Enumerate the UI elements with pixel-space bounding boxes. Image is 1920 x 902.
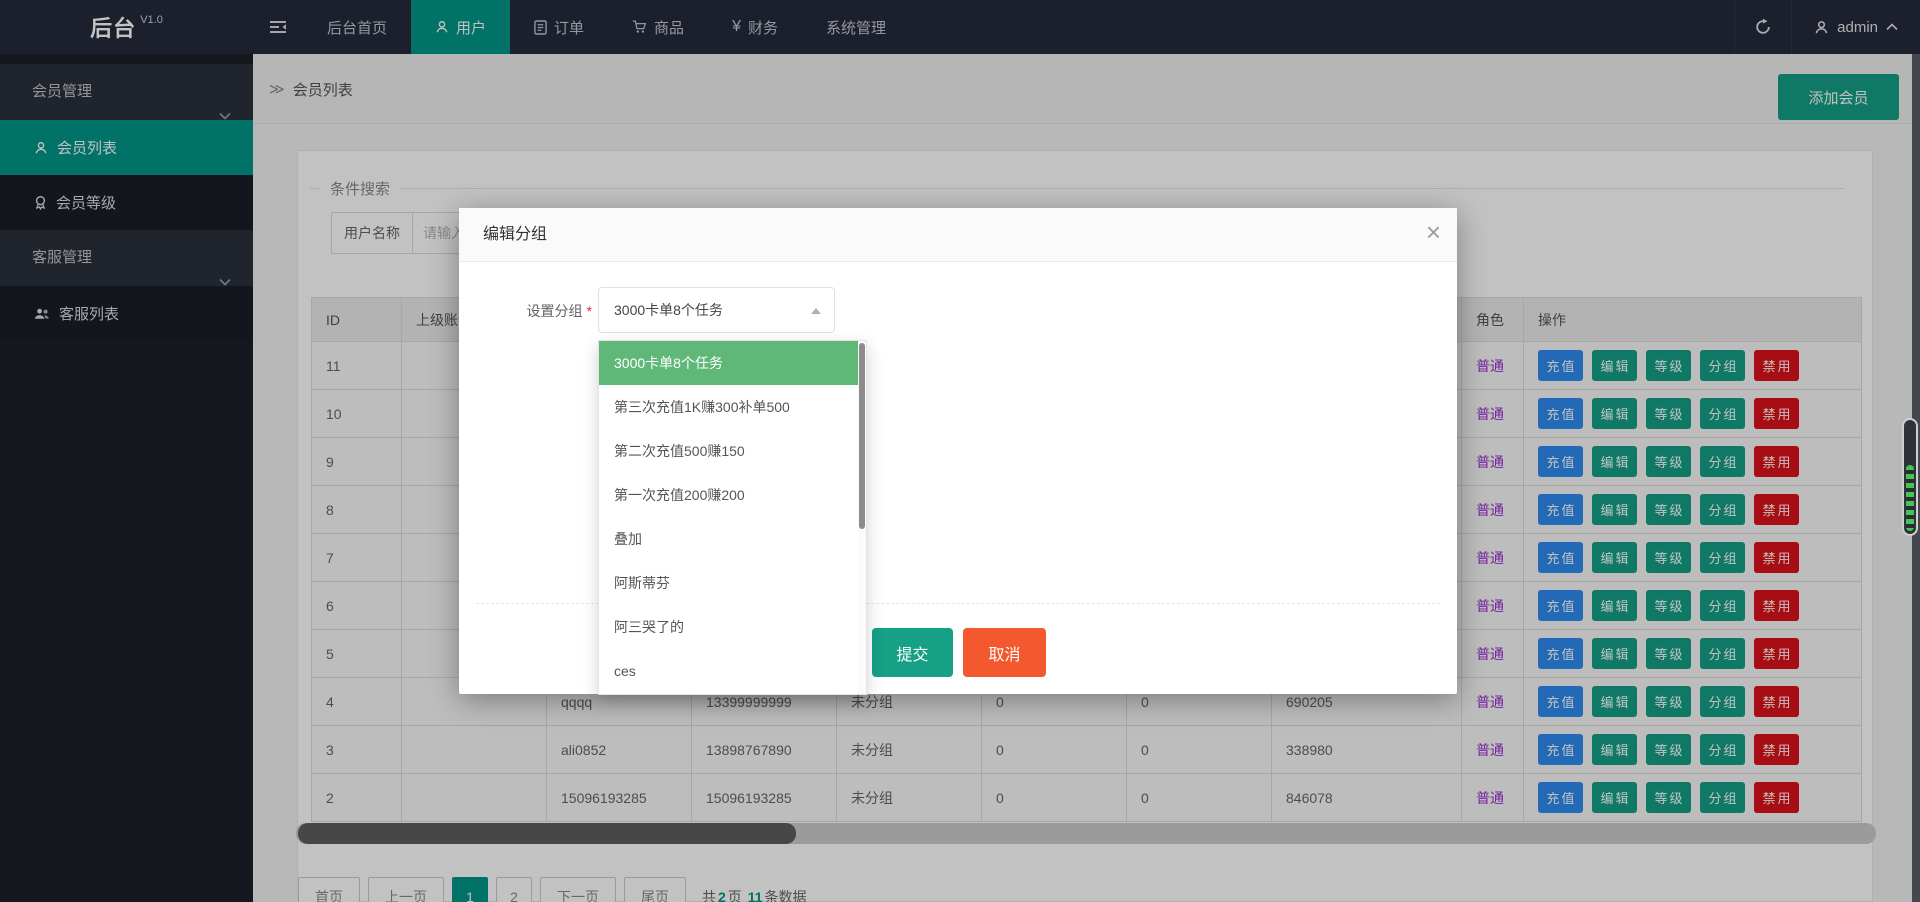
modal-title: 编辑分组 xyxy=(459,208,1457,262)
caret-up-icon xyxy=(811,308,821,314)
close-icon[interactable]: × xyxy=(1426,219,1441,245)
group-option[interactable]: 第一次充值200赚200 xyxy=(599,473,866,517)
page: 后台 V1.0 后台首页用户订单商品¥财务系统管理 admin 会员管理会员列表… xyxy=(0,0,1920,902)
page-scrollbar-thumb[interactable] xyxy=(1902,418,1918,536)
group-option[interactable]: 阿三哭了的 xyxy=(599,605,866,649)
scrollbar-stripes xyxy=(1906,465,1914,531)
dropdown-scrollbar-thumb[interactable] xyxy=(859,343,865,529)
group-select-dropdown: 3000卡单8个任务第三次充值1K赚300补单500第二次充值500赚150第一… xyxy=(598,340,867,695)
required-mark: * xyxy=(587,303,592,319)
group-option[interactable]: 第二次充值500赚150 xyxy=(599,429,866,473)
group-option[interactable]: 阿斯蒂芬 xyxy=(599,561,866,605)
group-option[interactable]: 3000卡单8个任务 xyxy=(599,341,866,385)
set-group-label-text: 设置分组 xyxy=(527,303,583,319)
cancel-button[interactable]: 取消 xyxy=(963,628,1046,677)
group-select[interactable]: 3000卡单8个任务 xyxy=(598,287,835,333)
dropdown-scrollbar-track xyxy=(858,341,866,694)
set-group-label: 设置分组* xyxy=(459,301,592,321)
group-option[interactable]: 叠加 xyxy=(599,517,866,561)
group-option[interactable]: 第三次充值1K赚300补单500 xyxy=(599,385,866,429)
modal-header: 编辑分组 × xyxy=(459,208,1457,262)
group-option[interactable]: ces xyxy=(599,649,866,693)
submit-button[interactable]: 提交 xyxy=(872,628,953,677)
group-select-value: 3000卡单8个任务 xyxy=(599,288,834,332)
